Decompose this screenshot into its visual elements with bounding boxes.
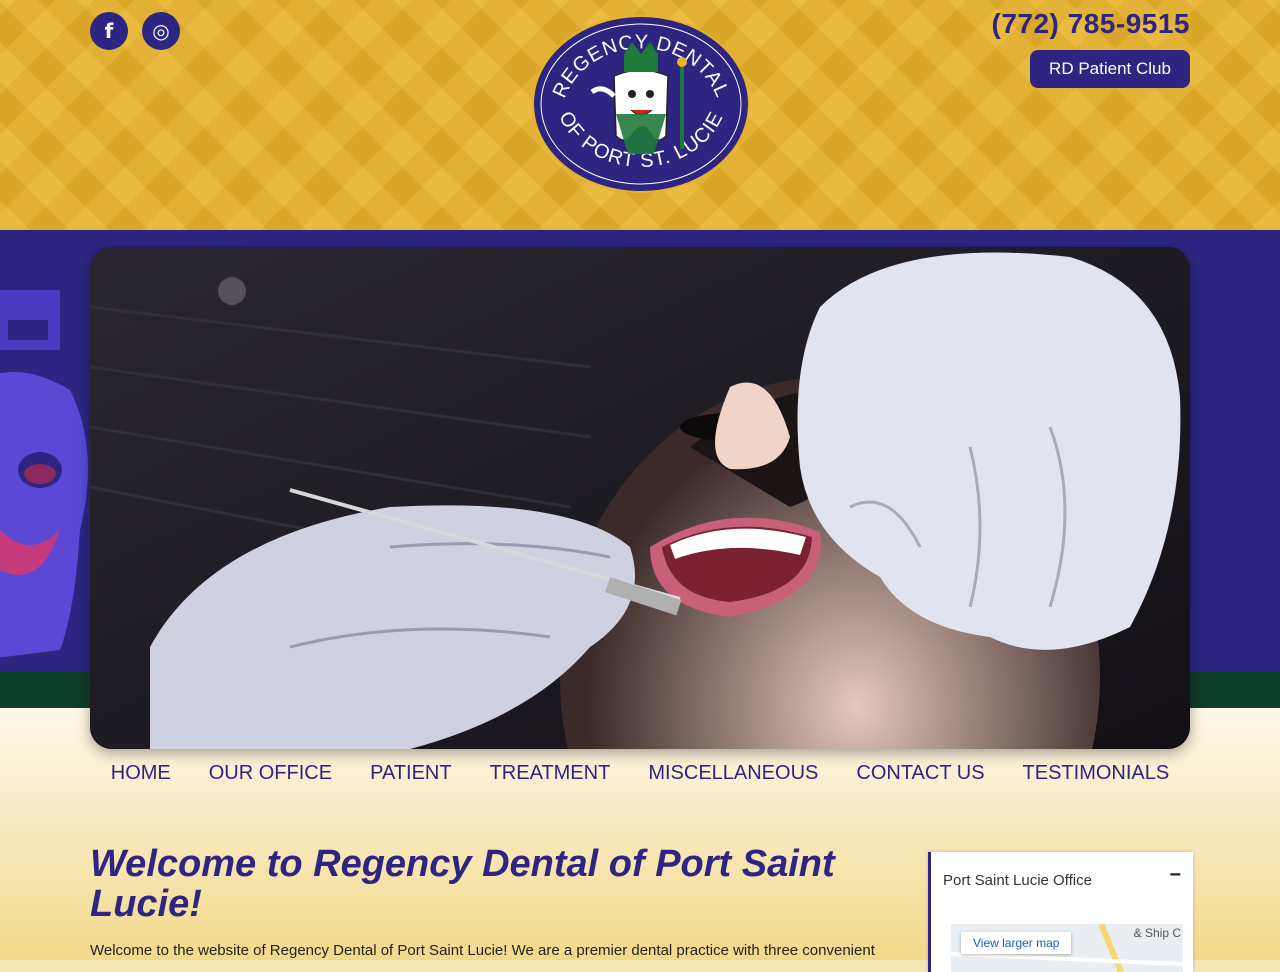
regency-dental-logo[interactable]: REGENCY DENTAL OF PORT ST. LUCIE: [532, 14, 750, 194]
office-map[interactable]: View larger map & Ship C: [951, 924, 1183, 972]
mascot-illustration: [0, 230, 90, 670]
intro-paragraph: Welcome to the website of Regency Dental…: [90, 942, 875, 959]
map-place-label: & Ship C: [1133, 926, 1181, 940]
office-widget-title: Port Saint Lucie Office: [943, 872, 1092, 889]
nav-treatment[interactable]: TREATMENT: [490, 762, 611, 785]
collapse-icon[interactable]: −: [1169, 864, 1181, 887]
nav-miscellaneous[interactable]: MISCELLANEOUS: [648, 762, 818, 785]
instagram-icon[interactable]: ◎: [142, 12, 180, 50]
nav-testimonials[interactable]: TESTIMONIALS: [1023, 762, 1170, 785]
view-larger-map-link[interactable]: View larger map: [961, 932, 1072, 954]
patient-club-button[interactable]: RD Patient Club: [1030, 50, 1190, 88]
office-widget: Port Saint Lucie Office − View larger ma…: [928, 852, 1193, 972]
nav-patient[interactable]: PATIENT: [370, 762, 451, 785]
facebook-icon[interactable]: f: [90, 12, 128, 50]
hero-image: [90, 247, 1190, 749]
nav-contact-us[interactable]: CONTACT US: [856, 762, 984, 785]
phone-number[interactable]: (772) 785-9515: [992, 8, 1190, 40]
social-links: f ◎: [90, 12, 180, 50]
nav-our-office[interactable]: OUR OFFICE: [209, 762, 332, 785]
nav-home[interactable]: HOME: [111, 762, 171, 785]
page-title: Welcome to Regency Dental of Port Saint …: [90, 843, 835, 925]
main-navigation: HOME OUR OFFICE PATIENT TREATMENT MISCEL…: [0, 762, 1280, 785]
